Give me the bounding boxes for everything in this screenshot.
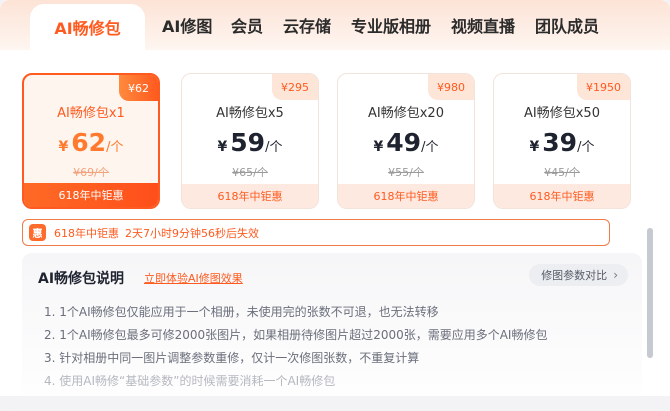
currency-symbol: ¥: [529, 139, 540, 155]
currency-symbol: ¥: [217, 139, 228, 155]
total-price-badge: ¥980: [428, 74, 474, 100]
package-title: AI畅修包x20: [368, 106, 444, 121]
package-card-x20[interactable]: ¥980 AI畅修包x20 ¥ 49 /个 ¥55/个 618年中钜惠: [337, 73, 475, 209]
compare-params-button[interactable]: 修图参数对比 ›: [529, 264, 628, 286]
description-list: 1. 1个AI畅修包仅能应用于一个相册，未使用完的张数不可退，也无法转移 2. …: [44, 301, 640, 393]
list-item: 4. 使用AI畅修“基础参数”的时候需要消耗一个AI畅修包: [44, 374, 336, 388]
currency-symbol: ¥: [373, 139, 384, 155]
unit-price: ¥ 59 /个: [182, 128, 318, 157]
purchase-panel: AI畅修包 AI修图 会员 云存储 专业版相册 视频直播 团队成员 ¥62 AI…: [0, 0, 670, 411]
price-value: 39: [542, 128, 578, 157]
list-item: 3. 针对相册中同一图片调整参数重修，仅计一次修图张数，不重复计算: [44, 351, 420, 365]
tab-bar: AI畅修包 AI修图 会员 云存储 专业版相册 视频直播 团队成员: [0, 0, 670, 50]
try-ai-retouch-link[interactable]: 立即体验AI修图效果: [144, 270, 243, 286]
promo-label: 618年中钜惠: [182, 184, 318, 208]
unit-price: ¥ 39 /个: [494, 128, 630, 157]
price-value: 62: [71, 128, 107, 157]
price-unit: /个: [106, 140, 124, 155]
original-price: ¥69/个: [73, 166, 109, 179]
bottom-spacer: [0, 396, 670, 411]
scrollbar[interactable]: [647, 228, 653, 358]
price-value: 49: [386, 128, 422, 157]
original-price: ¥45/个: [544, 166, 580, 179]
promo-label: 618年中钜惠: [24, 183, 158, 207]
promo-label: 618年中钜惠: [494, 184, 630, 208]
original-price: ¥55/个: [388, 166, 424, 179]
unit-price: ¥ 62 /个: [24, 128, 158, 157]
currency-symbol: ¥: [58, 139, 69, 155]
tab-ai-repair-pack[interactable]: AI畅修包: [30, 4, 145, 50]
package-description: AI畅修包说明 立即体验AI修图效果 修图参数对比 › 1. 1个AI畅修包仅能…: [22, 253, 642, 411]
price-value: 59: [230, 128, 266, 157]
price-unit: /个: [421, 140, 439, 155]
scrollbar-thumb[interactable]: [647, 228, 653, 358]
original-price: ¥65/个: [232, 166, 268, 179]
description-title: AI畅修包说明: [38, 271, 125, 287]
tab-membership[interactable]: 会员: [231, 0, 263, 50]
compare-params-label: 修图参数对比: [541, 269, 608, 282]
list-item: 2. 1个AI畅修包最多可修2000张图片，如果相册待修图片超过2000张，需要…: [44, 328, 548, 342]
promo-label: 618年中钜惠: [338, 184, 474, 208]
price-unit: /个: [577, 140, 595, 155]
tab-video-live[interactable]: 视频直播: [451, 0, 515, 50]
unit-price: ¥ 49 /个: [338, 128, 474, 157]
list-item: 1. 1个AI畅修包仅能应用于一个相册，未使用完的张数不可退，也无法转移: [44, 305, 439, 319]
package-title: AI畅修包x50: [524, 106, 600, 121]
total-price-badge: ¥62: [119, 75, 158, 101]
countdown-timer: 2天7小时9分钟56秒后失效: [125, 226, 259, 240]
package-title: AI畅修包x1: [57, 106, 125, 121]
discount-icon: 惠: [29, 224, 46, 241]
countdown-label: 618年中钜惠: [54, 226, 119, 240]
chevron-right-icon: ›: [613, 268, 618, 282]
price-unit: /个: [265, 140, 283, 155]
total-price-badge: ¥1950: [577, 74, 630, 100]
tab-team-members[interactable]: 团队成员: [535, 0, 599, 50]
package-card-x50[interactable]: ¥1950 AI畅修包x50 ¥ 39 /个 ¥45/个 618年中钜惠: [493, 73, 631, 209]
tab-pro-album[interactable]: 专业版相册: [351, 0, 431, 50]
tab-ai-retouch[interactable]: AI修图: [162, 0, 212, 50]
promo-countdown-bar: 惠 618年中钜惠 2天7小时9分钟56秒后失效: [22, 219, 610, 246]
tab-cloud-storage[interactable]: 云存储: [283, 0, 331, 50]
package-card-x1[interactable]: ¥62 AI畅修包x1 ¥ 62 /个 ¥69/个 618年中钜惠: [22, 73, 160, 209]
package-card-x5[interactable]: ¥295 AI畅修包x5 ¥ 59 /个 ¥65/个 618年中钜惠: [181, 73, 319, 209]
total-price-badge: ¥295: [272, 74, 318, 100]
package-title: AI畅修包x5: [216, 106, 284, 121]
